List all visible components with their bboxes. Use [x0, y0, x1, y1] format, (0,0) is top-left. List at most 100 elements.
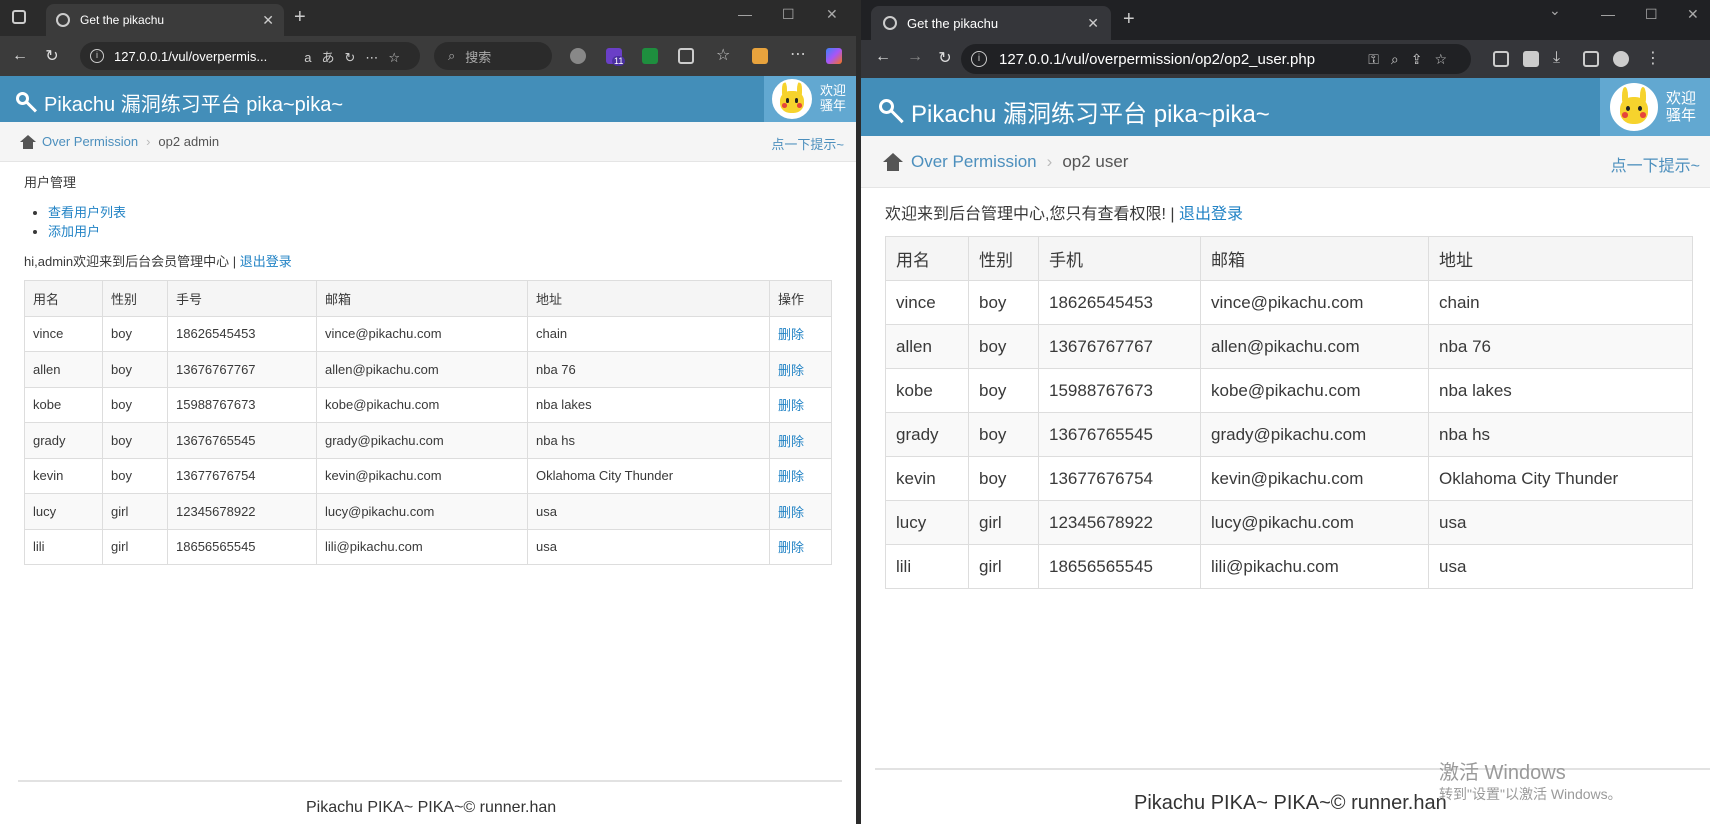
tab-actions-icon[interactable] — [12, 10, 26, 24]
url-text: 127.0.0.1/vul/overpermis... — [114, 48, 268, 64]
maximize-icon[interactable]: ☐ — [1645, 6, 1658, 23]
delete-user-link[interactable]: 删除 — [778, 363, 804, 378]
search-icon: ⌕ — [448, 48, 456, 63]
cell-sex: boy — [968, 280, 1039, 325]
site-header: Pikachu 漏洞练习平台 pika~pika~ 欢迎 骚年 — [0, 76, 856, 122]
favorites-icon[interactable]: ☆ — [716, 45, 732, 64]
minimize-icon[interactable]: — — [738, 6, 752, 22]
table-row: kobe boy 15988767673 kobe@pikachu.com nba la… — [24, 386, 832, 423]
extension-badge-icon[interactable]: 11 — [606, 48, 626, 66]
delete-user-link[interactable]: 删除 — [778, 434, 804, 449]
tab-search-icon[interactable]: ⌄ — [1549, 2, 1561, 19]
breadcrumb-link[interactable]: Over Permission — [911, 152, 1037, 172]
breadcrumb-link[interactable]: Over Permission — [42, 134, 138, 149]
table-header-row: 用名 性别 手机 邮箱 地址 — [885, 236, 1693, 281]
cell-action: 删除 — [769, 386, 832, 423]
back-icon[interactable]: ← — [867, 48, 899, 66]
cell-phone: 18626545453 — [167, 315, 317, 352]
search-placeholder: 搜索 — [465, 49, 492, 65]
hint-link[interactable]: 点一下提示~ — [771, 134, 844, 153]
browser-tab[interactable]: Get the pikachu ✕ — [871, 6, 1111, 40]
delete-user-link[interactable]: 删除 — [778, 469, 804, 484]
site-title[interactable]: Pikachu 漏洞练习平台 pika~pika~ — [879, 94, 1270, 129]
close-window-icon[interactable]: ✕ — [826, 6, 838, 23]
extension-badge-count: 11 — [612, 56, 626, 66]
menu-add-user[interactable]: 添加用户 — [48, 224, 100, 239]
side-panel-icon[interactable] — [1583, 51, 1599, 67]
address-bar[interactable]: i 127.0.0.1/vul/overpermis... aあ↻⋯☆ — [80, 42, 420, 70]
reload-icon[interactable]: ↻ — [929, 48, 961, 68]
logout-link[interactable]: 退出登录 — [1179, 206, 1243, 223]
lab-icon[interactable] — [1523, 51, 1539, 67]
cell-sex: girl — [102, 528, 168, 565]
pikachu-avatar — [772, 79, 812, 119]
site-info-icon[interactable]: i — [90, 49, 104, 63]
puzzle-extension-icon[interactable] — [678, 48, 694, 64]
cell-name: allen — [885, 324, 969, 369]
delete-user-link[interactable]: 删除 — [778, 540, 804, 555]
user-menu[interactable]: 欢迎 骚年 — [764, 76, 856, 122]
table-row: lucy girl 12345678922 lucy@pikachu.com usa 删除 — [24, 493, 832, 530]
logout-link[interactable]: 退出登录 — [240, 254, 292, 269]
col-name: 用名 — [24, 280, 103, 317]
site-info-icon[interactable]: i — [971, 51, 987, 67]
browser-toolbar: ← → ↻ i 127.0.0.1/vul/overpermission/op2… — [861, 40, 1710, 78]
cell-address: nba lakes — [1428, 368, 1693, 413]
cell-sex: boy — [102, 315, 168, 352]
delete-user-link[interactable]: 删除 — [778, 505, 804, 520]
cell-address: Oklahoma City Thunder — [527, 457, 770, 494]
tab-close-icon[interactable]: ✕ — [1087, 15, 1099, 32]
menu-view-users[interactable]: 查看用户列表 — [48, 205, 126, 220]
more-menu-icon[interactable]: ⋮ — [1645, 48, 1661, 67]
search-box[interactable]: ⌕ 搜索 — [434, 42, 552, 70]
col-address: 地址 — [1428, 236, 1693, 281]
cell-phone: 15988767673 — [1038, 368, 1201, 413]
address-bar-actions-icon[interactable]: ⚿⌕⇪☆ — [1368, 51, 1459, 68]
cell-sex: boy — [102, 457, 168, 494]
calculator-extension-icon[interactable] — [752, 48, 768, 64]
table-header-row: 用名 性别 手号 邮箱 地址 操作 — [24, 280, 832, 317]
cell-email: lili@pikachu.com — [316, 528, 528, 565]
user-menu[interactable]: 欢迎 骚年 — [1600, 78, 1710, 136]
address-bar[interactable]: i 127.0.0.1/vul/overpermission/op2/op2_u… — [961, 44, 1471, 74]
greeting-line: hi,admin欢迎来到后台会员管理中心 | 退出登录 — [24, 251, 832, 270]
reload-icon[interactable]: ↻ — [36, 46, 68, 66]
welcome-text: 欢迎 骚年 — [820, 83, 847, 113]
greeting-text: hi,admin欢迎来到后台会员管理中心 | — [24, 254, 240, 269]
maximize-icon[interactable]: ☐ — [782, 6, 795, 23]
back-icon[interactable]: ← — [4, 47, 36, 65]
table-row: lucy girl 12345678922 lucy@pikachu.com usa — [885, 500, 1693, 545]
cell-name: kevin — [24, 457, 103, 494]
delete-user-link[interactable]: 删除 — [778, 327, 804, 342]
col-email: 邮箱 — [1200, 236, 1429, 281]
site-title[interactable]: Pikachu 漏洞练习平台 pika~pika~ — [16, 88, 343, 117]
cell-email: lucy@pikachu.com — [316, 493, 528, 530]
new-tab-icon[interactable]: + — [1123, 8, 1135, 31]
hint-link[interactable]: 点一下提示~ — [1611, 152, 1700, 176]
download-icon[interactable]: ⤓ — [1553, 49, 1569, 66]
browser-tab[interactable]: Get the pikachu ✕ — [46, 4, 284, 36]
col-sex: 性别 — [968, 236, 1039, 281]
site-header: Pikachu 漏洞练习平台 pika~pika~ 欢迎 骚年 — [861, 78, 1710, 136]
cell-sex: girl — [968, 544, 1039, 589]
delete-user-link[interactable]: 删除 — [778, 398, 804, 413]
extensions-icon[interactable] — [1493, 51, 1509, 67]
cell-sex: boy — [102, 422, 168, 459]
sheets-extension-icon[interactable] — [642, 48, 658, 64]
breadcrumb: Over Permission › op2 admin 点一下提示~ — [0, 122, 856, 162]
minimize-icon[interactable]: — — [1601, 6, 1615, 22]
forward-icon[interactable]: → — [899, 48, 931, 66]
tab-favicon-icon — [883, 16, 897, 30]
user-table: 用名 性别 手机 邮箱 地址 vince boy 18626545453 vince@… — [885, 236, 1693, 589]
extension-circle-icon[interactable] — [570, 48, 586, 64]
profile-icon[interactable] — [1613, 51, 1629, 67]
close-window-icon[interactable]: ✕ — [1687, 6, 1699, 23]
cell-name: lili — [885, 544, 969, 589]
tab-close-icon[interactable]: ✕ — [262, 12, 274, 29]
admin-content: 用户管理 查看用户列表 添加用户 hi,admin欢迎来到后台会员管理中心 | … — [0, 162, 856, 575]
address-bar-actions-icon[interactable]: aあ↻⋯☆ — [304, 47, 410, 66]
more-menu-icon[interactable]: ⋯ — [790, 44, 806, 63]
browser-toolbar: ← ↻ i 127.0.0.1/vul/overpermis... aあ↻⋯☆ … — [0, 36, 856, 76]
copilot-icon[interactable] — [826, 48, 842, 64]
new-tab-icon[interactable]: + — [294, 6, 306, 29]
